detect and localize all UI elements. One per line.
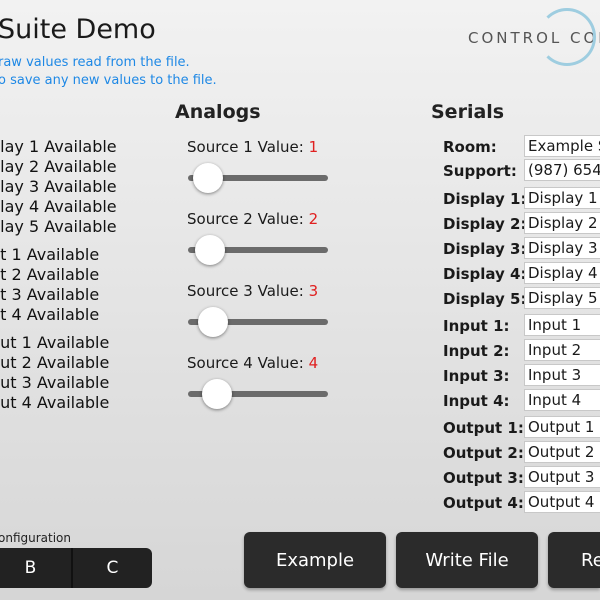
source-1-value: 1 — [308, 138, 319, 156]
display-2-field[interactable]: Display 2 — [524, 212, 600, 234]
source-1-slider[interactable] — [188, 163, 328, 193]
display-1-field[interactable]: Display 1 — [524, 187, 600, 209]
source-3-value: 3 — [308, 282, 319, 300]
slider-thumb[interactable] — [198, 307, 229, 337]
display-1-label: Display 1: — [443, 190, 527, 208]
support-field[interactable]: (987) 654- — [524, 159, 600, 181]
source-2-slider[interactable] — [188, 235, 328, 265]
digital-item: play 5 Available — [0, 217, 117, 236]
input-1-field[interactable]: Input 1 — [524, 314, 600, 336]
digital-item: put 1 Available — [0, 333, 110, 352]
digital-item: put 2 Available — [0, 353, 110, 372]
output-2-label: Output 2: — [443, 444, 524, 462]
logo-ring-icon — [538, 8, 596, 66]
output-1-label: Output 1: — [443, 419, 524, 437]
digital-item: play 2 Available — [0, 157, 117, 176]
source-2-label: Source 2 Value: 2 — [187, 210, 319, 228]
read-button[interactable]: Re — [548, 532, 600, 588]
output-3-label: Output 3: — [443, 469, 524, 487]
output-1-field[interactable]: Output 1 — [524, 416, 600, 438]
input-4-field[interactable]: Input 4 — [524, 389, 600, 411]
input-4-label: Input 4: — [443, 392, 510, 410]
display-4-field[interactable]: Display 4 — [524, 262, 600, 284]
source-3-slider[interactable] — [188, 307, 328, 337]
source-4-label: Source 4 Value: 4 — [187, 354, 319, 372]
source-3-label: Source 3 Value: 3 — [187, 282, 319, 300]
instructions-line-2: o save any new values to the file. — [0, 73, 217, 88]
display-3-label: Display 3: — [443, 240, 527, 258]
output-2-field[interactable]: Output 2 — [524, 441, 600, 463]
configuration-selector: B C — [0, 548, 152, 588]
source-4-value: 4 — [308, 354, 319, 372]
digital-item: ut 4 Available — [0, 305, 100, 324]
config-b-button[interactable]: B — [0, 548, 73, 588]
slider-thumb[interactable] — [195, 235, 226, 265]
digital-item: put 3 Available — [0, 373, 110, 392]
display-2-label: Display 2: — [443, 215, 527, 233]
output-4-label: Output 4: — [443, 494, 524, 512]
digital-item: ut 3 Available — [0, 285, 100, 304]
input-2-field[interactable]: Input 2 — [524, 339, 600, 361]
display-4-label: Display 4: — [443, 265, 527, 283]
room-label: Room: — [443, 138, 497, 156]
slider-thumb[interactable] — [192, 163, 223, 193]
serials-title: Serials — [431, 101, 505, 123]
input-1-label: Input 1: — [443, 317, 510, 335]
source-1-label: Source 1 Value: 1 — [187, 138, 319, 156]
digital-item: ut 2 Available — [0, 265, 100, 284]
write-file-button[interactable]: Write File — [396, 532, 538, 588]
input-3-label: Input 3: — [443, 367, 510, 385]
page-title: Suite Demo — [0, 14, 156, 45]
digital-item: ut 1 Available — [0, 245, 100, 264]
output-3-field[interactable]: Output 3 — [524, 466, 600, 488]
digital-item: put 4 Available — [0, 393, 110, 412]
configuration-label: onfiguration — [0, 531, 72, 545]
input-2-label: Input 2: — [443, 342, 510, 360]
analogs-title: Analogs — [175, 101, 261, 123]
support-label: Support: — [443, 162, 517, 180]
digital-item: play 1 Available — [0, 137, 117, 156]
instructions-line-1: raw values read from the file. — [0, 55, 190, 70]
source-2-value: 2 — [308, 210, 319, 228]
slider-thumb[interactable] — [202, 379, 233, 409]
display-3-field[interactable]: Display 3 — [524, 237, 600, 259]
room-field[interactable]: Example S — [524, 135, 600, 157]
example-button[interactable]: Example — [244, 532, 386, 588]
config-c-button[interactable]: C — [73, 548, 152, 588]
display-5-field[interactable]: Display 5 — [524, 287, 600, 309]
output-4-field[interactable]: Output 4 — [524, 491, 600, 513]
digital-item: play 4 Available — [0, 197, 117, 216]
display-5-label: Display 5: — [443, 290, 527, 308]
digital-item: play 3 Available — [0, 177, 117, 196]
input-3-field[interactable]: Input 3 — [524, 364, 600, 386]
source-4-slider[interactable] — [188, 379, 328, 409]
